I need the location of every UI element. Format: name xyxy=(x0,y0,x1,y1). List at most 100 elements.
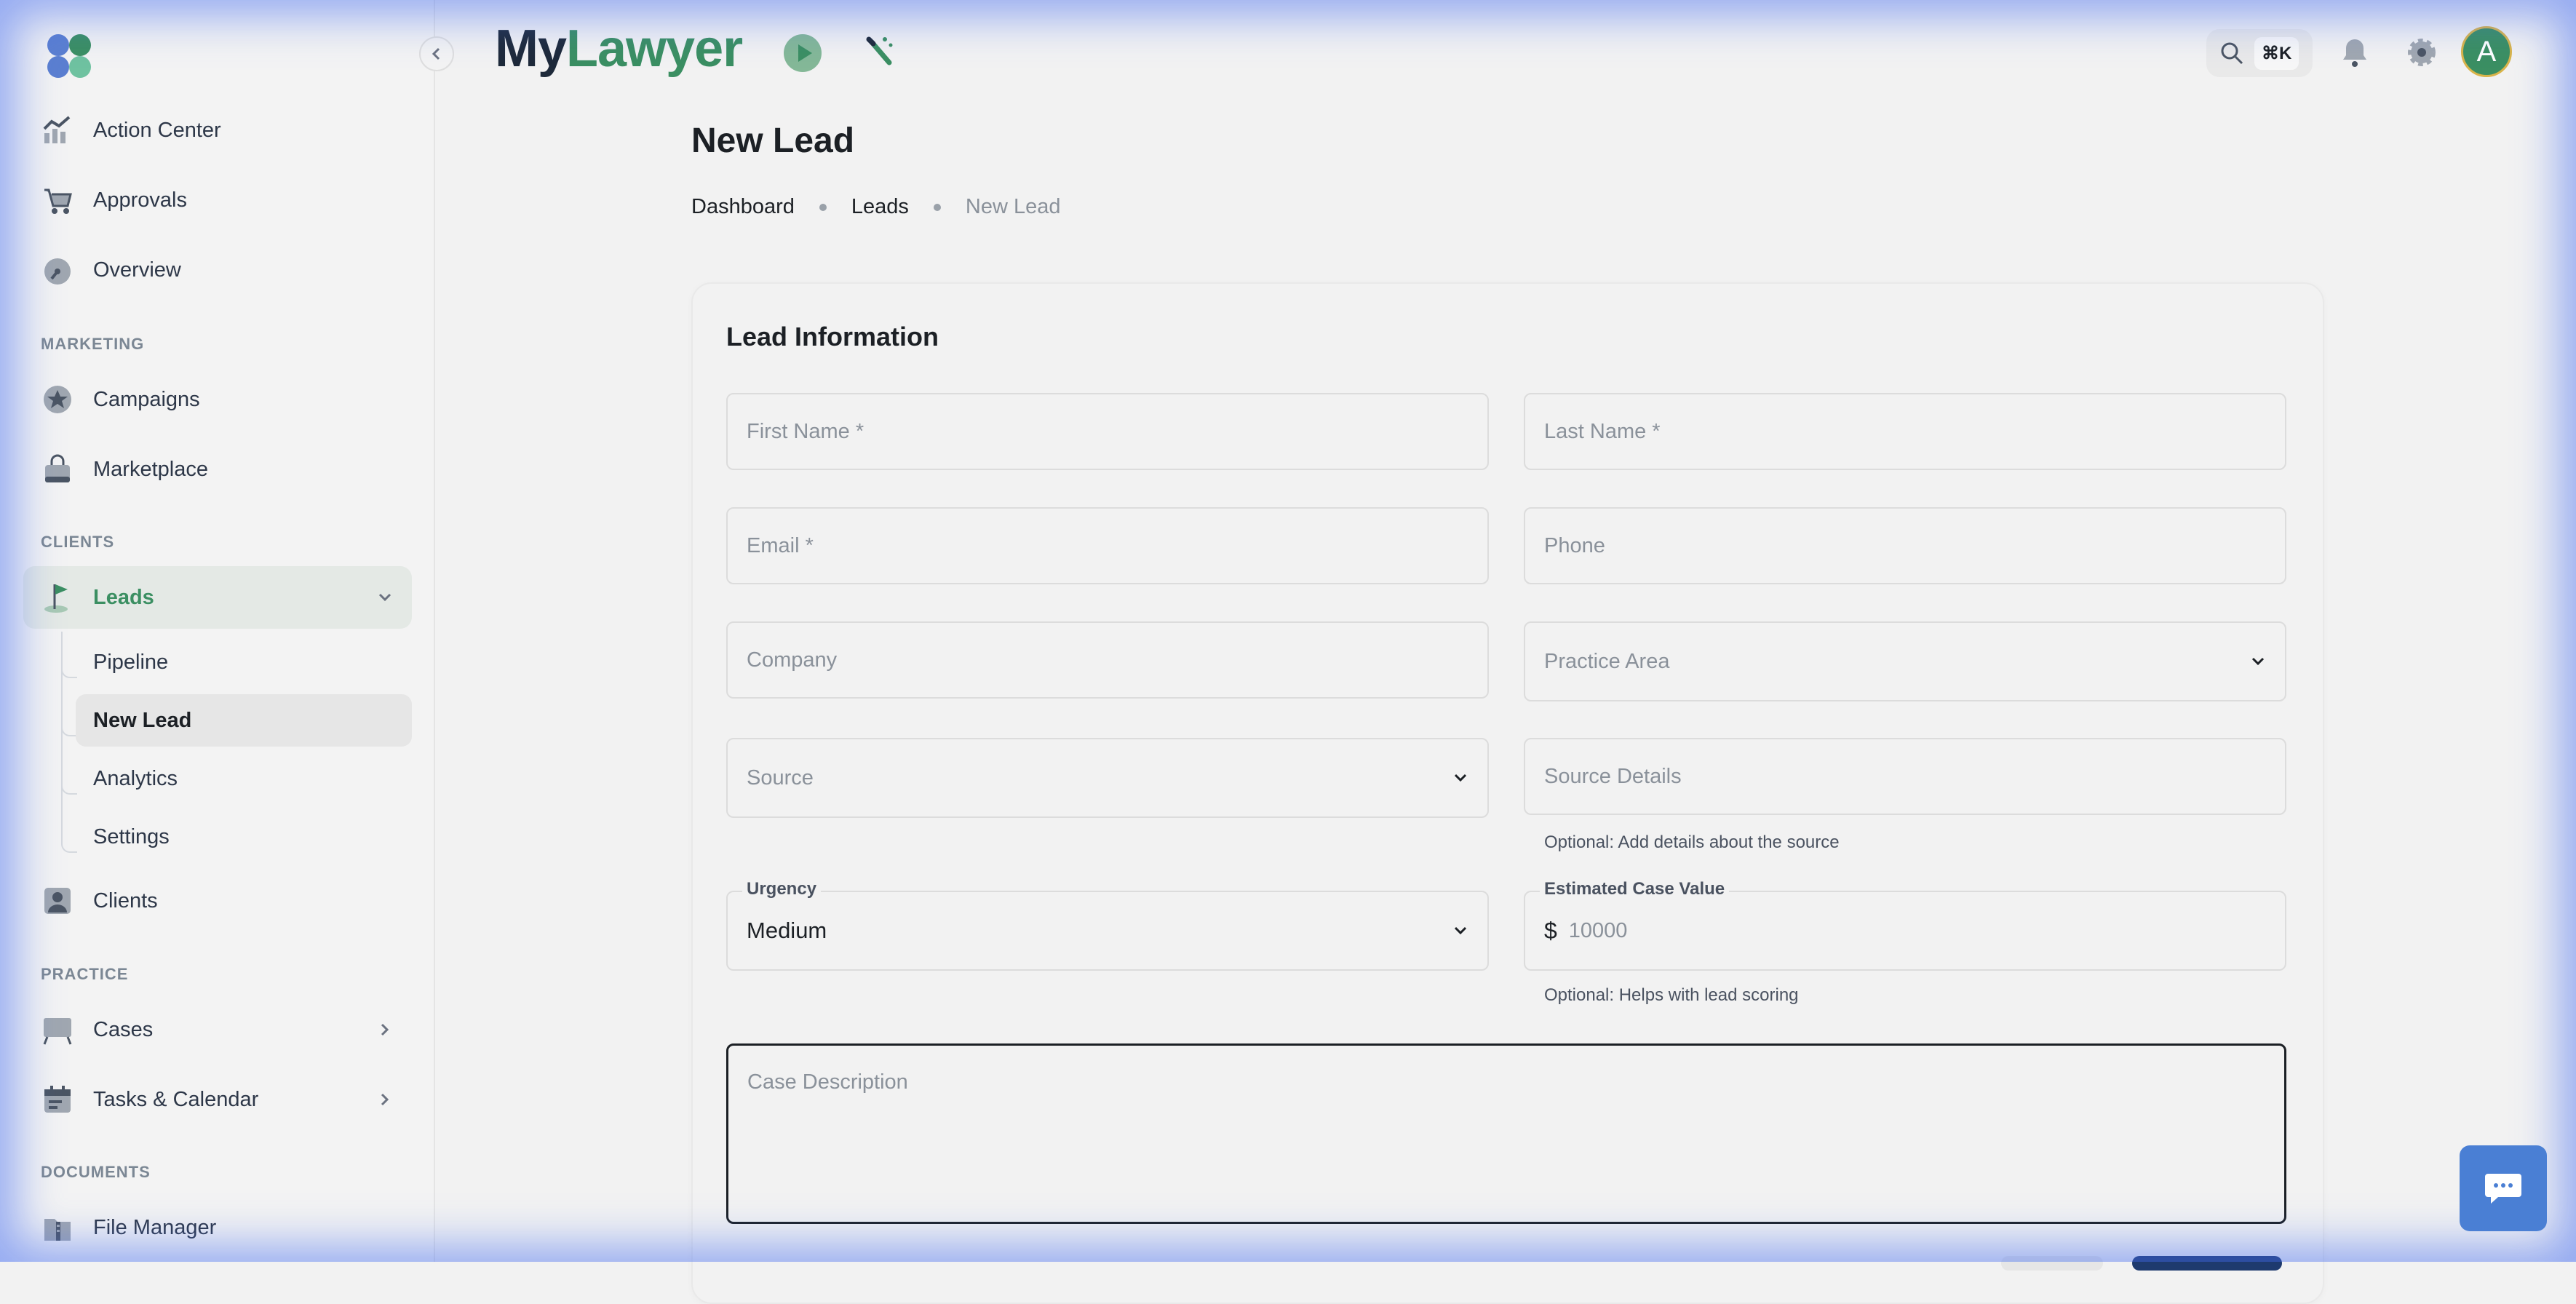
case-value-placeholder: 10000 xyxy=(1568,918,1628,942)
brand-my: My xyxy=(495,20,567,78)
company-placeholder: Company xyxy=(747,648,838,672)
cart-icon xyxy=(41,183,74,217)
easel-icon xyxy=(41,1013,74,1046)
source-select[interactable]: Source xyxy=(726,738,1489,818)
email-field[interactable]: Email * xyxy=(726,507,1489,584)
avatar[interactable]: A xyxy=(2461,26,2512,77)
sidebar-subitem-pipeline[interactable]: Pipeline xyxy=(76,636,412,688)
sidebar-subitem-label: New Lead xyxy=(93,708,192,732)
last-name-field[interactable]: Last Name * xyxy=(1524,393,2286,470)
source-details-field[interactable]: Source Details xyxy=(1524,738,2286,815)
search-button[interactable]: ⌘K xyxy=(2206,29,2313,77)
practice-area-select[interactable]: Practice Area xyxy=(1524,621,2286,701)
sidebar-collapse-button[interactable] xyxy=(419,36,454,71)
play-icon[interactable] xyxy=(783,33,822,73)
urgency-select[interactable]: Medium xyxy=(726,891,1489,971)
create-lead-button[interactable] xyxy=(2132,1256,2282,1271)
phone-placeholder: Phone xyxy=(1544,533,1605,557)
sidebar-item-label: File Manager xyxy=(93,1215,217,1239)
tree-hook xyxy=(61,720,77,736)
app-logo-icon[interactable] xyxy=(42,29,98,84)
sidebar: Action Center Approvals Overview MARKETI… xyxy=(0,0,435,1262)
currency-symbol: $ xyxy=(1544,917,1557,944)
sidebar-item-label: Clients xyxy=(93,888,158,913)
sidebar-item-label: Tasks & Calendar xyxy=(93,1087,259,1111)
app-brand: MyLawyer xyxy=(495,19,743,79)
chat-button[interactable] xyxy=(2460,1145,2547,1231)
case-description-textarea[interactable]: Case Description xyxy=(726,1043,2286,1224)
sidebar-item-tasks-calendar[interactable]: Tasks & Calendar xyxy=(23,1068,412,1131)
breadcrumb-leads[interactable]: Leads xyxy=(851,195,909,219)
chevron-down-icon xyxy=(1454,774,1467,782)
breadcrumb-separator xyxy=(933,203,941,211)
gauge-icon xyxy=(41,253,74,287)
sidebar-item-file-manager[interactable]: File Manager xyxy=(23,1196,412,1259)
sidebar-item-campaigns[interactable]: Campaigns xyxy=(23,368,412,431)
sidebar-item-clients[interactable]: Clients xyxy=(23,870,412,932)
breadcrumb-current: New Lead xyxy=(965,195,1061,218)
sidebar-item-leads[interactable]: Leads xyxy=(23,566,412,629)
shopping-bag-icon xyxy=(41,453,74,486)
sidebar-subitem-label: Analytics xyxy=(93,766,178,790)
card-title: Lead Information xyxy=(726,322,939,351)
sidebar-item-label: Campaigns xyxy=(93,387,200,411)
calendar-icon xyxy=(41,1083,74,1116)
sidebar-subitem-analytics[interactable]: Analytics xyxy=(76,752,412,805)
chevron-right-icon xyxy=(381,1093,389,1106)
sidebar-subitem-label: Pipeline xyxy=(93,650,169,674)
chart-line-icon xyxy=(41,114,74,147)
company-field[interactable]: Company xyxy=(726,621,1489,699)
sidebar-subitem-new-lead[interactable]: New Lead xyxy=(76,694,412,747)
urgency-label: Urgency xyxy=(742,879,822,899)
first-name-field[interactable]: First Name * xyxy=(726,393,1489,470)
phone-field[interactable]: Phone xyxy=(1524,507,2286,584)
search-shortcut-badge: ⌘K xyxy=(2254,36,2299,70)
brand-lawyer: Lawyer xyxy=(566,20,743,78)
section-label-documents: DOCUMENTS xyxy=(41,1163,151,1181)
section-label-clients: CLIENTS xyxy=(41,533,115,551)
sidebar-item-label: Action Center xyxy=(93,118,221,142)
chevron-down-icon xyxy=(378,593,391,602)
tree-hook xyxy=(61,662,77,678)
person-card-icon xyxy=(41,884,74,918)
practice-area-placeholder: Practice Area xyxy=(1544,649,1670,673)
breadcrumb: Dashboard Leads New Lead xyxy=(691,195,1060,219)
sidebar-item-marketplace[interactable]: Marketplace xyxy=(23,438,412,501)
section-label-practice: PRACTICE xyxy=(41,965,129,983)
star-badge-icon xyxy=(41,383,74,416)
sidebar-item-label: Overview xyxy=(93,258,181,282)
gear-icon[interactable] xyxy=(2406,36,2438,68)
case-description-placeholder: Case Description xyxy=(747,1070,908,1094)
cancel-button[interactable] xyxy=(2001,1256,2103,1271)
chat-bubble-icon xyxy=(2485,1174,2521,1204)
flag-icon xyxy=(41,581,74,614)
chevron-right-icon xyxy=(381,1023,389,1036)
source-details-helper: Optional: Add details about the source xyxy=(1544,832,1840,852)
sidebar-item-label: Leads xyxy=(93,585,154,609)
chevron-down-icon xyxy=(1454,926,1467,935)
sidebar-item-label: Cases xyxy=(93,1017,154,1041)
case-value-helper: Optional: Helps with lead scoring xyxy=(1544,985,1799,1005)
last-name-placeholder: Last Name * xyxy=(1544,419,1661,443)
breadcrumb-separator xyxy=(819,203,827,211)
breadcrumb-dashboard[interactable]: Dashboard xyxy=(691,195,795,219)
search-icon xyxy=(2221,42,2243,65)
sidebar-item-overview[interactable]: Overview xyxy=(23,239,412,301)
sidebar-item-approvals[interactable]: Approvals xyxy=(23,169,412,231)
source-placeholder: Source xyxy=(747,766,814,790)
sidebar-item-label: Marketplace xyxy=(93,457,208,481)
case-value-field[interactable]: $ 10000 xyxy=(1524,891,2286,971)
chevron-down-icon xyxy=(2251,657,2265,666)
bell-icon[interactable] xyxy=(2339,36,2371,68)
chevron-left-icon xyxy=(432,47,440,60)
sidebar-item-label: Approvals xyxy=(93,188,187,212)
sidebar-subitem-label: Settings xyxy=(93,824,170,848)
sidebar-item-action-center[interactable]: Action Center xyxy=(23,99,412,162)
sidebar-item-cases[interactable]: Cases xyxy=(23,998,412,1061)
first-name-placeholder: First Name * xyxy=(747,419,864,443)
source-details-placeholder: Source Details xyxy=(1544,764,1682,788)
magic-wand-icon[interactable] xyxy=(863,35,895,67)
sidebar-subitem-settings[interactable]: Settings xyxy=(76,811,412,863)
email-placeholder: Email * xyxy=(747,533,814,557)
urgency-value: Medium xyxy=(747,918,827,943)
